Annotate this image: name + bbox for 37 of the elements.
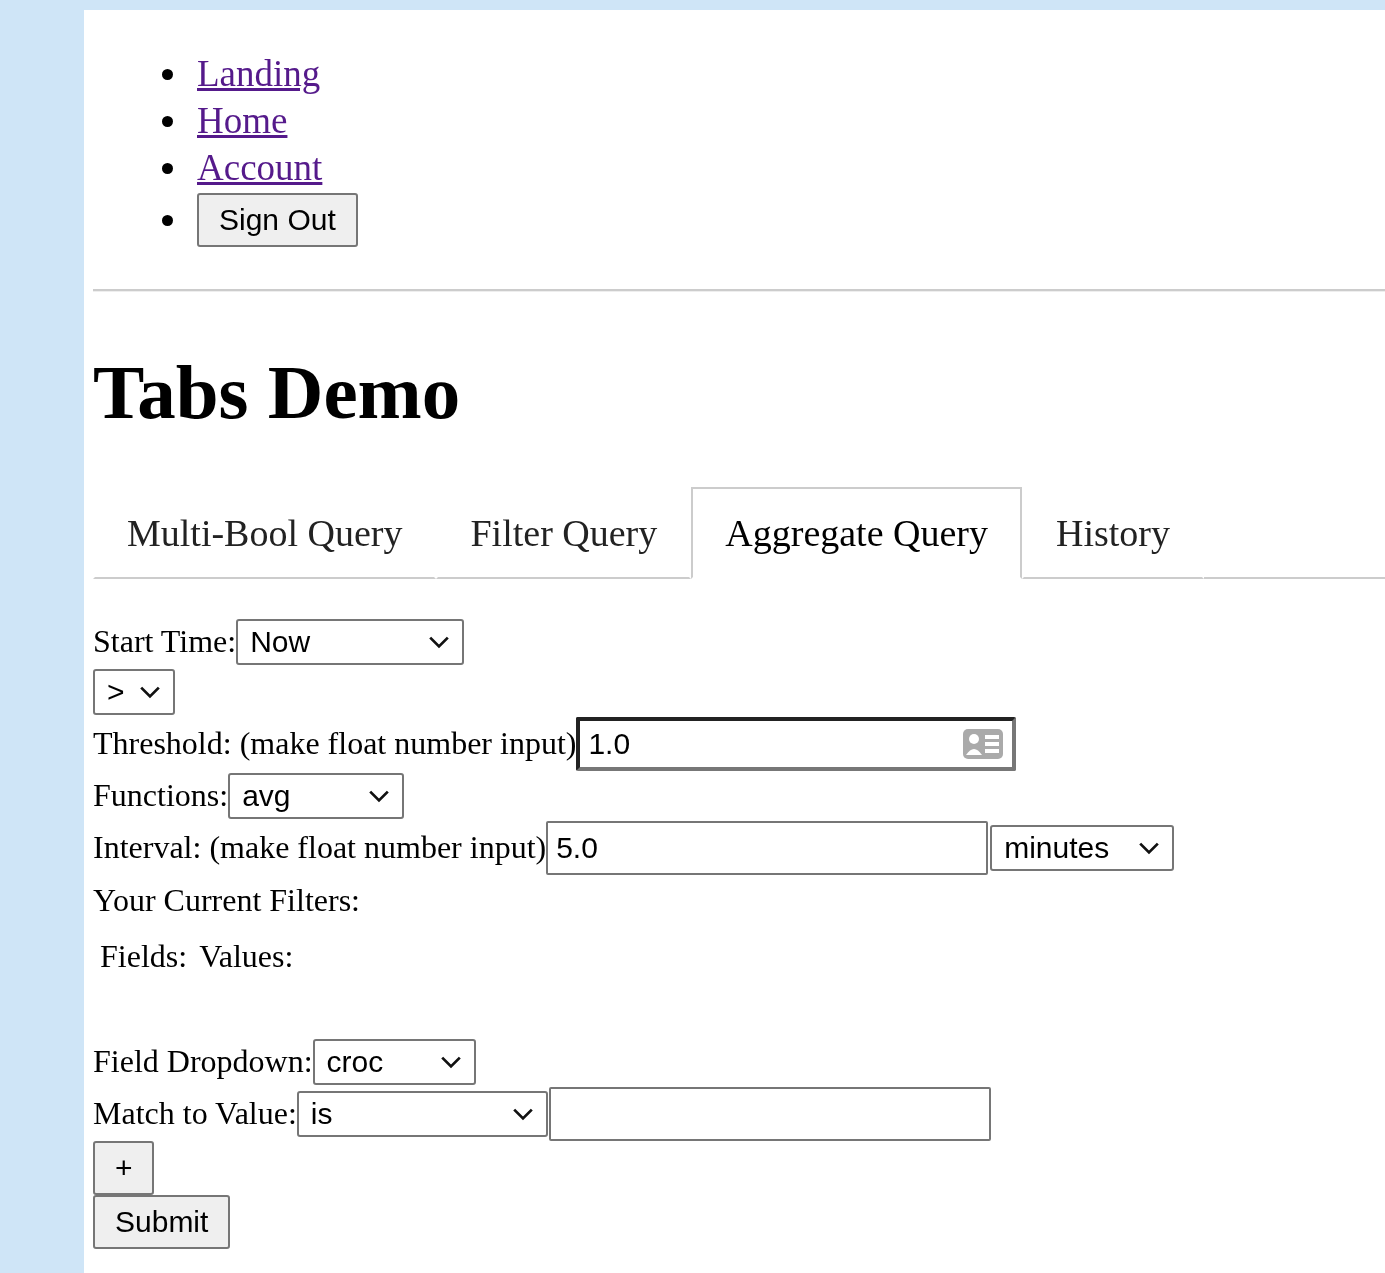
start-time-dropdown[interactable]: Now — [236, 618, 465, 665]
nav-link[interactable]: Account — [197, 146, 323, 189]
chevron-down-icon — [511, 1106, 534, 1121]
contact-card-icon[interactable] — [962, 727, 1005, 760]
chevron-down-icon — [439, 1054, 462, 1069]
field-label: Interval: (make float number input) — [93, 829, 547, 867]
filters-heading: Your Current Filters: — [93, 882, 360, 920]
field-dropdown[interactable]: croc — [312, 1038, 476, 1085]
nav-link[interactable]: Home — [197, 99, 288, 142]
add-button[interactable]: + — [93, 1140, 154, 1195]
field-label: Start Time: — [93, 623, 237, 661]
bullet-icon — [162, 215, 173, 226]
field-label: Threshold: (make float number input) — [93, 725, 577, 763]
bullet-icon — [162, 162, 173, 174]
bullet-icon — [162, 115, 173, 127]
column-header: Fields: — [100, 938, 188, 976]
chevron-down-icon — [428, 634, 451, 649]
interval-input[interactable]: 5.0 — [546, 820, 989, 875]
threshold-input[interactable]: 1.0 — [576, 716, 1017, 771]
bullet-icon — [162, 68, 173, 80]
tab[interactable]: Aggregate Query — [691, 486, 1022, 579]
chevron-down-icon — [368, 788, 391, 803]
page-heading: Tabs Demo — [93, 350, 462, 435]
unit-dropdown[interactable]: minutes — [990, 824, 1175, 871]
chevron-down-icon — [139, 684, 161, 699]
chevron-down-icon — [1138, 840, 1161, 855]
sign-out-button[interactable]: Sign Out — [197, 193, 358, 247]
field-label: Field Dropdown: — [93, 1043, 313, 1081]
field-label: Match to Value: — [93, 1095, 297, 1133]
functions-dropdown[interactable]: avg — [228, 772, 405, 819]
match-dropdown[interactable]: is — [296, 1090, 548, 1137]
operator-dropdown[interactable]: > — [93, 668, 175, 715]
nav-link[interactable]: Landing — [197, 52, 321, 95]
value-input[interactable] — [548, 1086, 991, 1141]
field-label: Functions: — [93, 777, 229, 815]
column-header: Values: — [199, 938, 294, 976]
submit-button[interactable]: Submit — [93, 1194, 231, 1249]
